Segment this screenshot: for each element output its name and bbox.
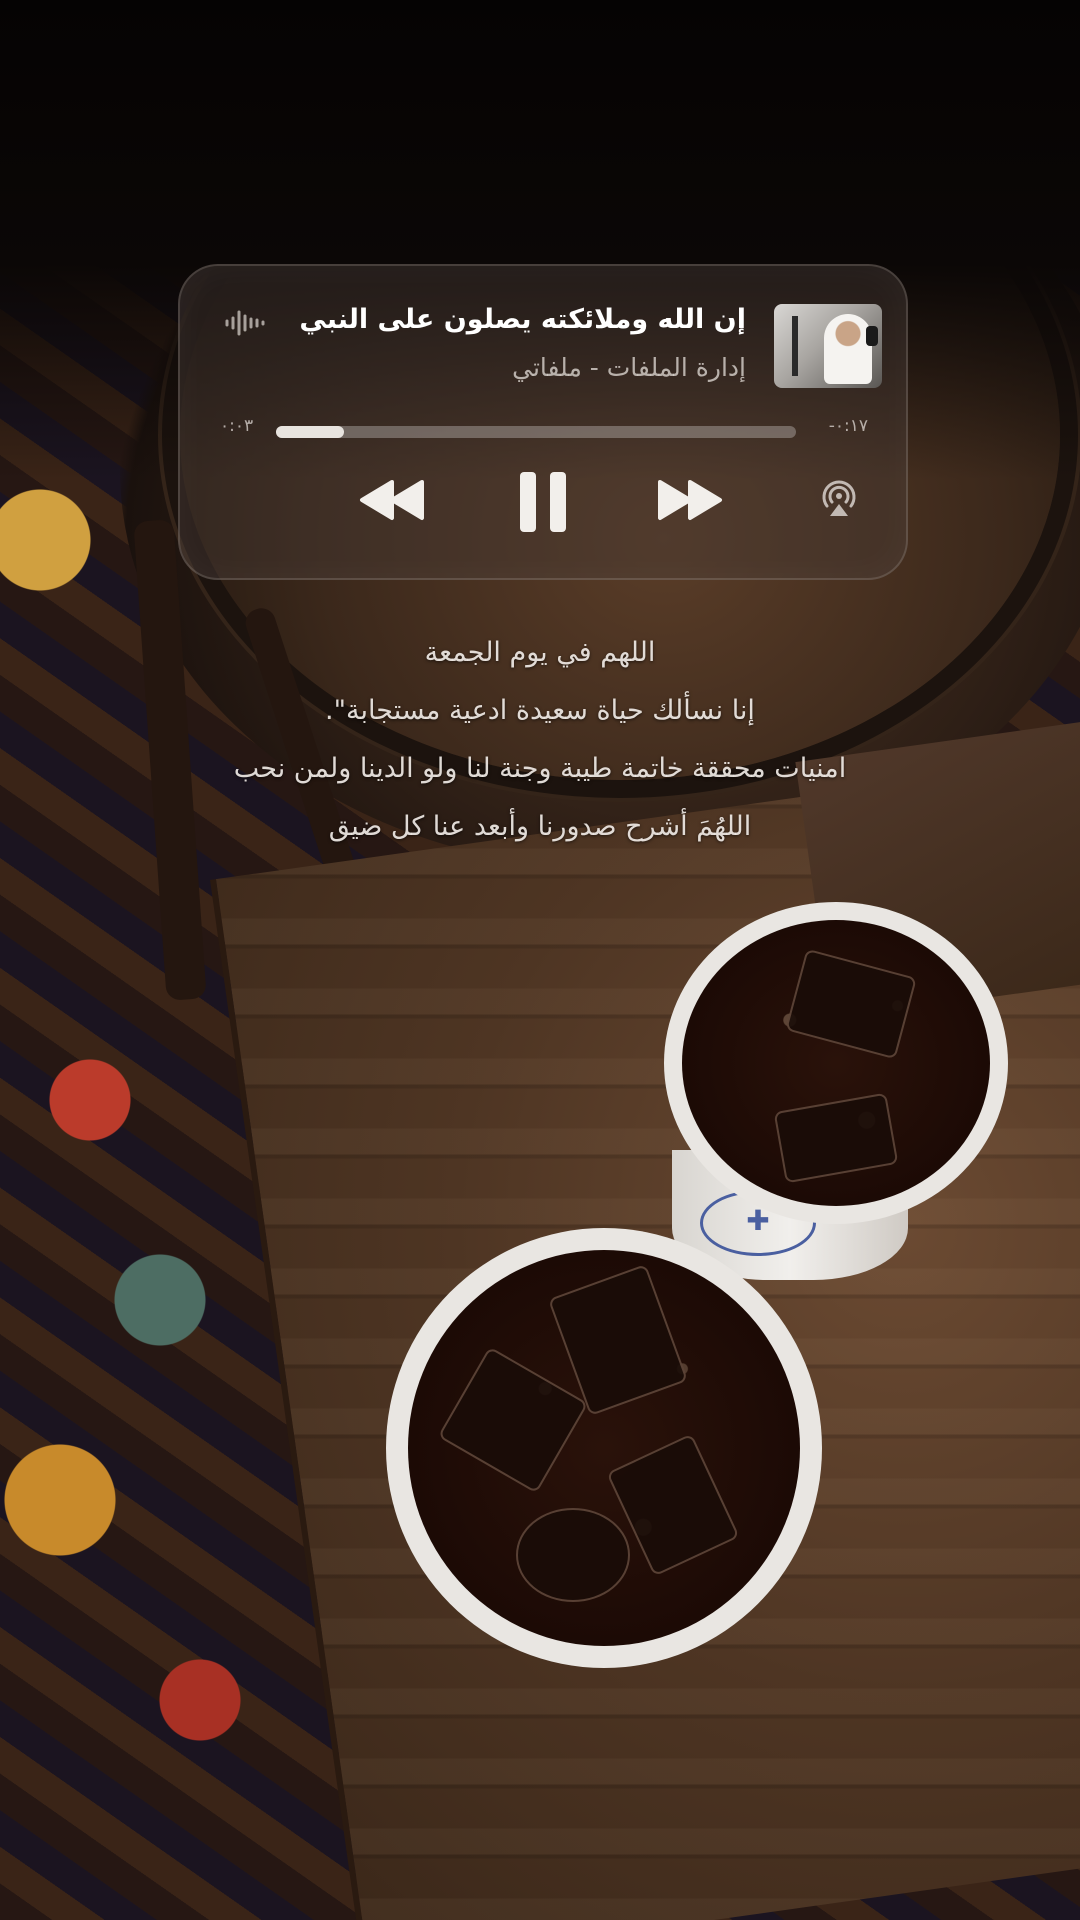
caption-line: امنيات محققة خاتمة طيبة وجنة لنا ولو الد…	[233, 753, 847, 784]
rewind-icon[interactable]	[358, 476, 426, 524]
prayer-caption: اللهم في يوم الجمعة إنا نسألك حياة سعيدة…	[120, 624, 960, 856]
caption-line: اللهم في يوم الجمعة	[424, 637, 656, 668]
playback-progress-row: ٠:٠٣ -٠:١٧	[180, 416, 906, 446]
coffee-cup-back	[664, 902, 1008, 1224]
album-artwork[interactable]	[774, 304, 882, 388]
fast-forward-icon[interactable]	[656, 476, 724, 524]
playback-controls	[180, 472, 906, 556]
elapsed-time: ٠:٠٣	[220, 416, 254, 436]
caption-line: اللهُمَ أشرح صدورنا وأبعد عنا كل ضيق	[328, 811, 752, 842]
progress-scrubber[interactable]	[276, 426, 796, 438]
airplay-audio-icon[interactable]	[818, 476, 860, 518]
coffee-cup-front	[386, 1228, 822, 1668]
caption-line: إنا نسألك حياة سعيدة ادعية مستجابة".	[325, 695, 755, 726]
waveform-icon	[224, 308, 266, 338]
progress-fill	[276, 426, 344, 438]
pause-icon[interactable]	[518, 470, 568, 534]
now-playing-widget[interactable]: إن الله وملائكته يصلون على النبي إدارة ا…	[178, 264, 908, 580]
track-source: إدارة الملفات - ملفاتي	[512, 353, 746, 382]
remaining-time: -٠:١٧	[828, 416, 868, 436]
track-title: إن الله وملائكته يصلون على النبي	[299, 304, 746, 335]
